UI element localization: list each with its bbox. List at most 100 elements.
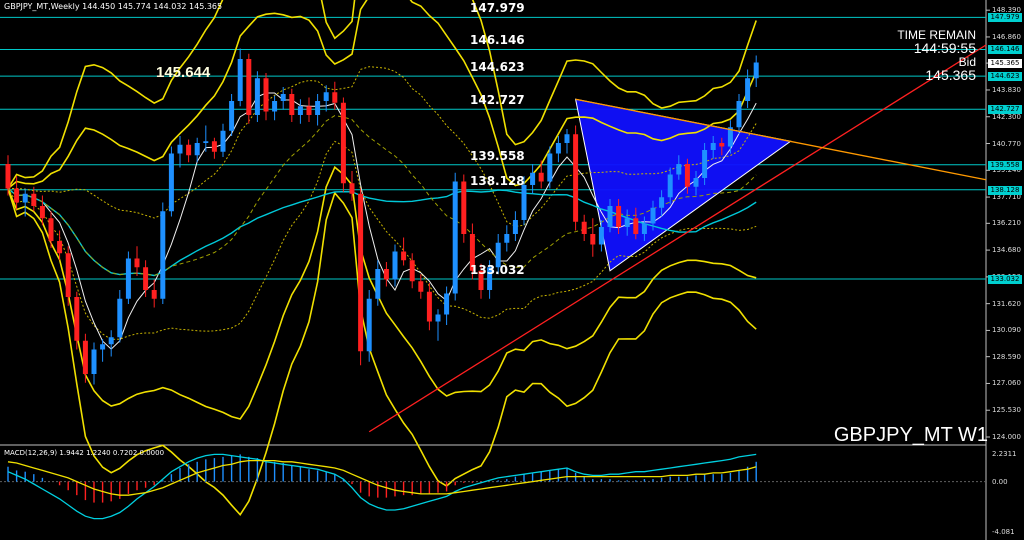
candle-body xyxy=(5,164,11,189)
highlight-price: 145.644 xyxy=(156,64,211,81)
level-label: 144.623 xyxy=(470,60,525,75)
candle-body xyxy=(57,241,63,254)
candle-body xyxy=(401,251,407,261)
candle-body xyxy=(590,234,596,245)
candle-body xyxy=(168,153,174,212)
level-price-tag: 144.623 xyxy=(988,72,1022,82)
candle-body xyxy=(220,130,226,152)
candle-body xyxy=(616,206,622,227)
candle-body xyxy=(633,218,639,234)
candle-body xyxy=(289,94,295,115)
candle-body xyxy=(297,106,303,115)
candle-body xyxy=(444,293,450,315)
level-label: 142.727 xyxy=(470,93,525,108)
candle-body xyxy=(659,197,665,208)
candle-body xyxy=(323,92,329,101)
candle-body xyxy=(624,218,630,227)
candle-body xyxy=(340,102,346,184)
candle-body xyxy=(246,59,252,115)
candle-body xyxy=(512,220,518,234)
time-remain-value: 144:59:55 xyxy=(913,40,976,56)
candle-body xyxy=(676,164,682,175)
candle-body xyxy=(315,101,321,115)
candle-body xyxy=(306,106,312,115)
level-label: 139.558 xyxy=(470,148,525,163)
candle-body xyxy=(530,172,536,185)
macd-layer xyxy=(0,453,986,520)
candle-body xyxy=(375,269,381,299)
candle-body xyxy=(31,193,37,206)
candle-body xyxy=(684,164,690,187)
y-tick-label: 130.090 xyxy=(992,326,1021,335)
macd-tick-label: -4.081 xyxy=(992,528,1015,536)
chart-root: GBPJPY_MT,Weekly 144.450 145.774 144.032… xyxy=(0,0,1024,540)
candle-body xyxy=(272,101,278,112)
candle-body xyxy=(254,78,260,115)
candle-body xyxy=(229,101,235,131)
level-price-tag: 138.128 xyxy=(988,185,1022,195)
y-tick-label: 124.000 xyxy=(992,433,1021,441)
candle-body xyxy=(160,211,166,299)
bid-value: 145.365 xyxy=(925,67,976,83)
candle-body xyxy=(117,298,123,338)
candle-body xyxy=(461,181,467,234)
candle-body xyxy=(366,298,372,352)
candle-body xyxy=(719,143,725,147)
candle-body xyxy=(452,181,458,294)
level-price-tag: 146.146 xyxy=(988,45,1022,55)
candle-body xyxy=(426,291,432,322)
candle-body xyxy=(392,251,398,280)
macd-tick-label: 0.00 xyxy=(992,477,1008,486)
y-tick-label: 128.590 xyxy=(992,352,1021,361)
candle-body xyxy=(134,258,140,268)
candle-body xyxy=(383,269,389,280)
candle-body xyxy=(177,144,183,154)
level-label: 138.128 xyxy=(470,173,525,188)
candle-body xyxy=(547,153,553,182)
candle-body xyxy=(736,101,742,128)
candle-body xyxy=(710,143,716,150)
level-price-tag: 147.979 xyxy=(988,13,1022,23)
level-price-tag: 133.032 xyxy=(988,274,1022,284)
candle-body xyxy=(108,337,114,345)
candle-body xyxy=(753,62,759,79)
candle-body xyxy=(409,260,415,282)
candle-body xyxy=(280,94,286,101)
level-label: 146.146 xyxy=(470,33,525,48)
y-tick-label: 140.770 xyxy=(992,139,1021,148)
y-tick-label: 143.830 xyxy=(992,85,1021,94)
candle-body xyxy=(693,178,699,187)
current-price-tag: 145.365 xyxy=(988,59,1022,69)
candle-body xyxy=(581,221,587,234)
chart-header: GBPJPY_MT,Weekly 144.450 145.774 144.032… xyxy=(4,2,223,11)
candle-body xyxy=(641,223,647,234)
candle-body xyxy=(74,297,80,341)
candle-body xyxy=(39,206,45,219)
candle-body xyxy=(555,143,561,154)
candle-body xyxy=(203,141,209,143)
indicator-lines xyxy=(7,0,757,517)
candle-body xyxy=(435,314,441,322)
candle-body xyxy=(237,59,243,101)
y-tick-label: 125.530 xyxy=(992,406,1021,415)
candle-body xyxy=(151,290,157,299)
candle-body xyxy=(100,344,106,350)
y-tick-label: 127.060 xyxy=(992,379,1021,388)
candle-body xyxy=(573,134,579,222)
y-tick-label: 146.860 xyxy=(992,32,1021,41)
candle-body xyxy=(48,218,54,241)
candle-body xyxy=(211,141,217,152)
candle-body xyxy=(332,92,338,103)
candle-body xyxy=(745,78,751,101)
candle-body xyxy=(186,144,192,156)
level-price-tag: 142.727 xyxy=(988,105,1022,115)
candle-body xyxy=(125,258,131,299)
level-label: 133.032 xyxy=(470,262,525,277)
symbol-label: GBPJPY_MT W1 xyxy=(833,424,988,446)
candle-body xyxy=(194,143,200,156)
candle-body xyxy=(82,340,88,374)
candle-body xyxy=(598,227,604,245)
level-label: 147.979 xyxy=(470,1,525,16)
y-tick-label: 136.210 xyxy=(992,219,1021,228)
y-tick-label: 134.680 xyxy=(992,246,1021,255)
